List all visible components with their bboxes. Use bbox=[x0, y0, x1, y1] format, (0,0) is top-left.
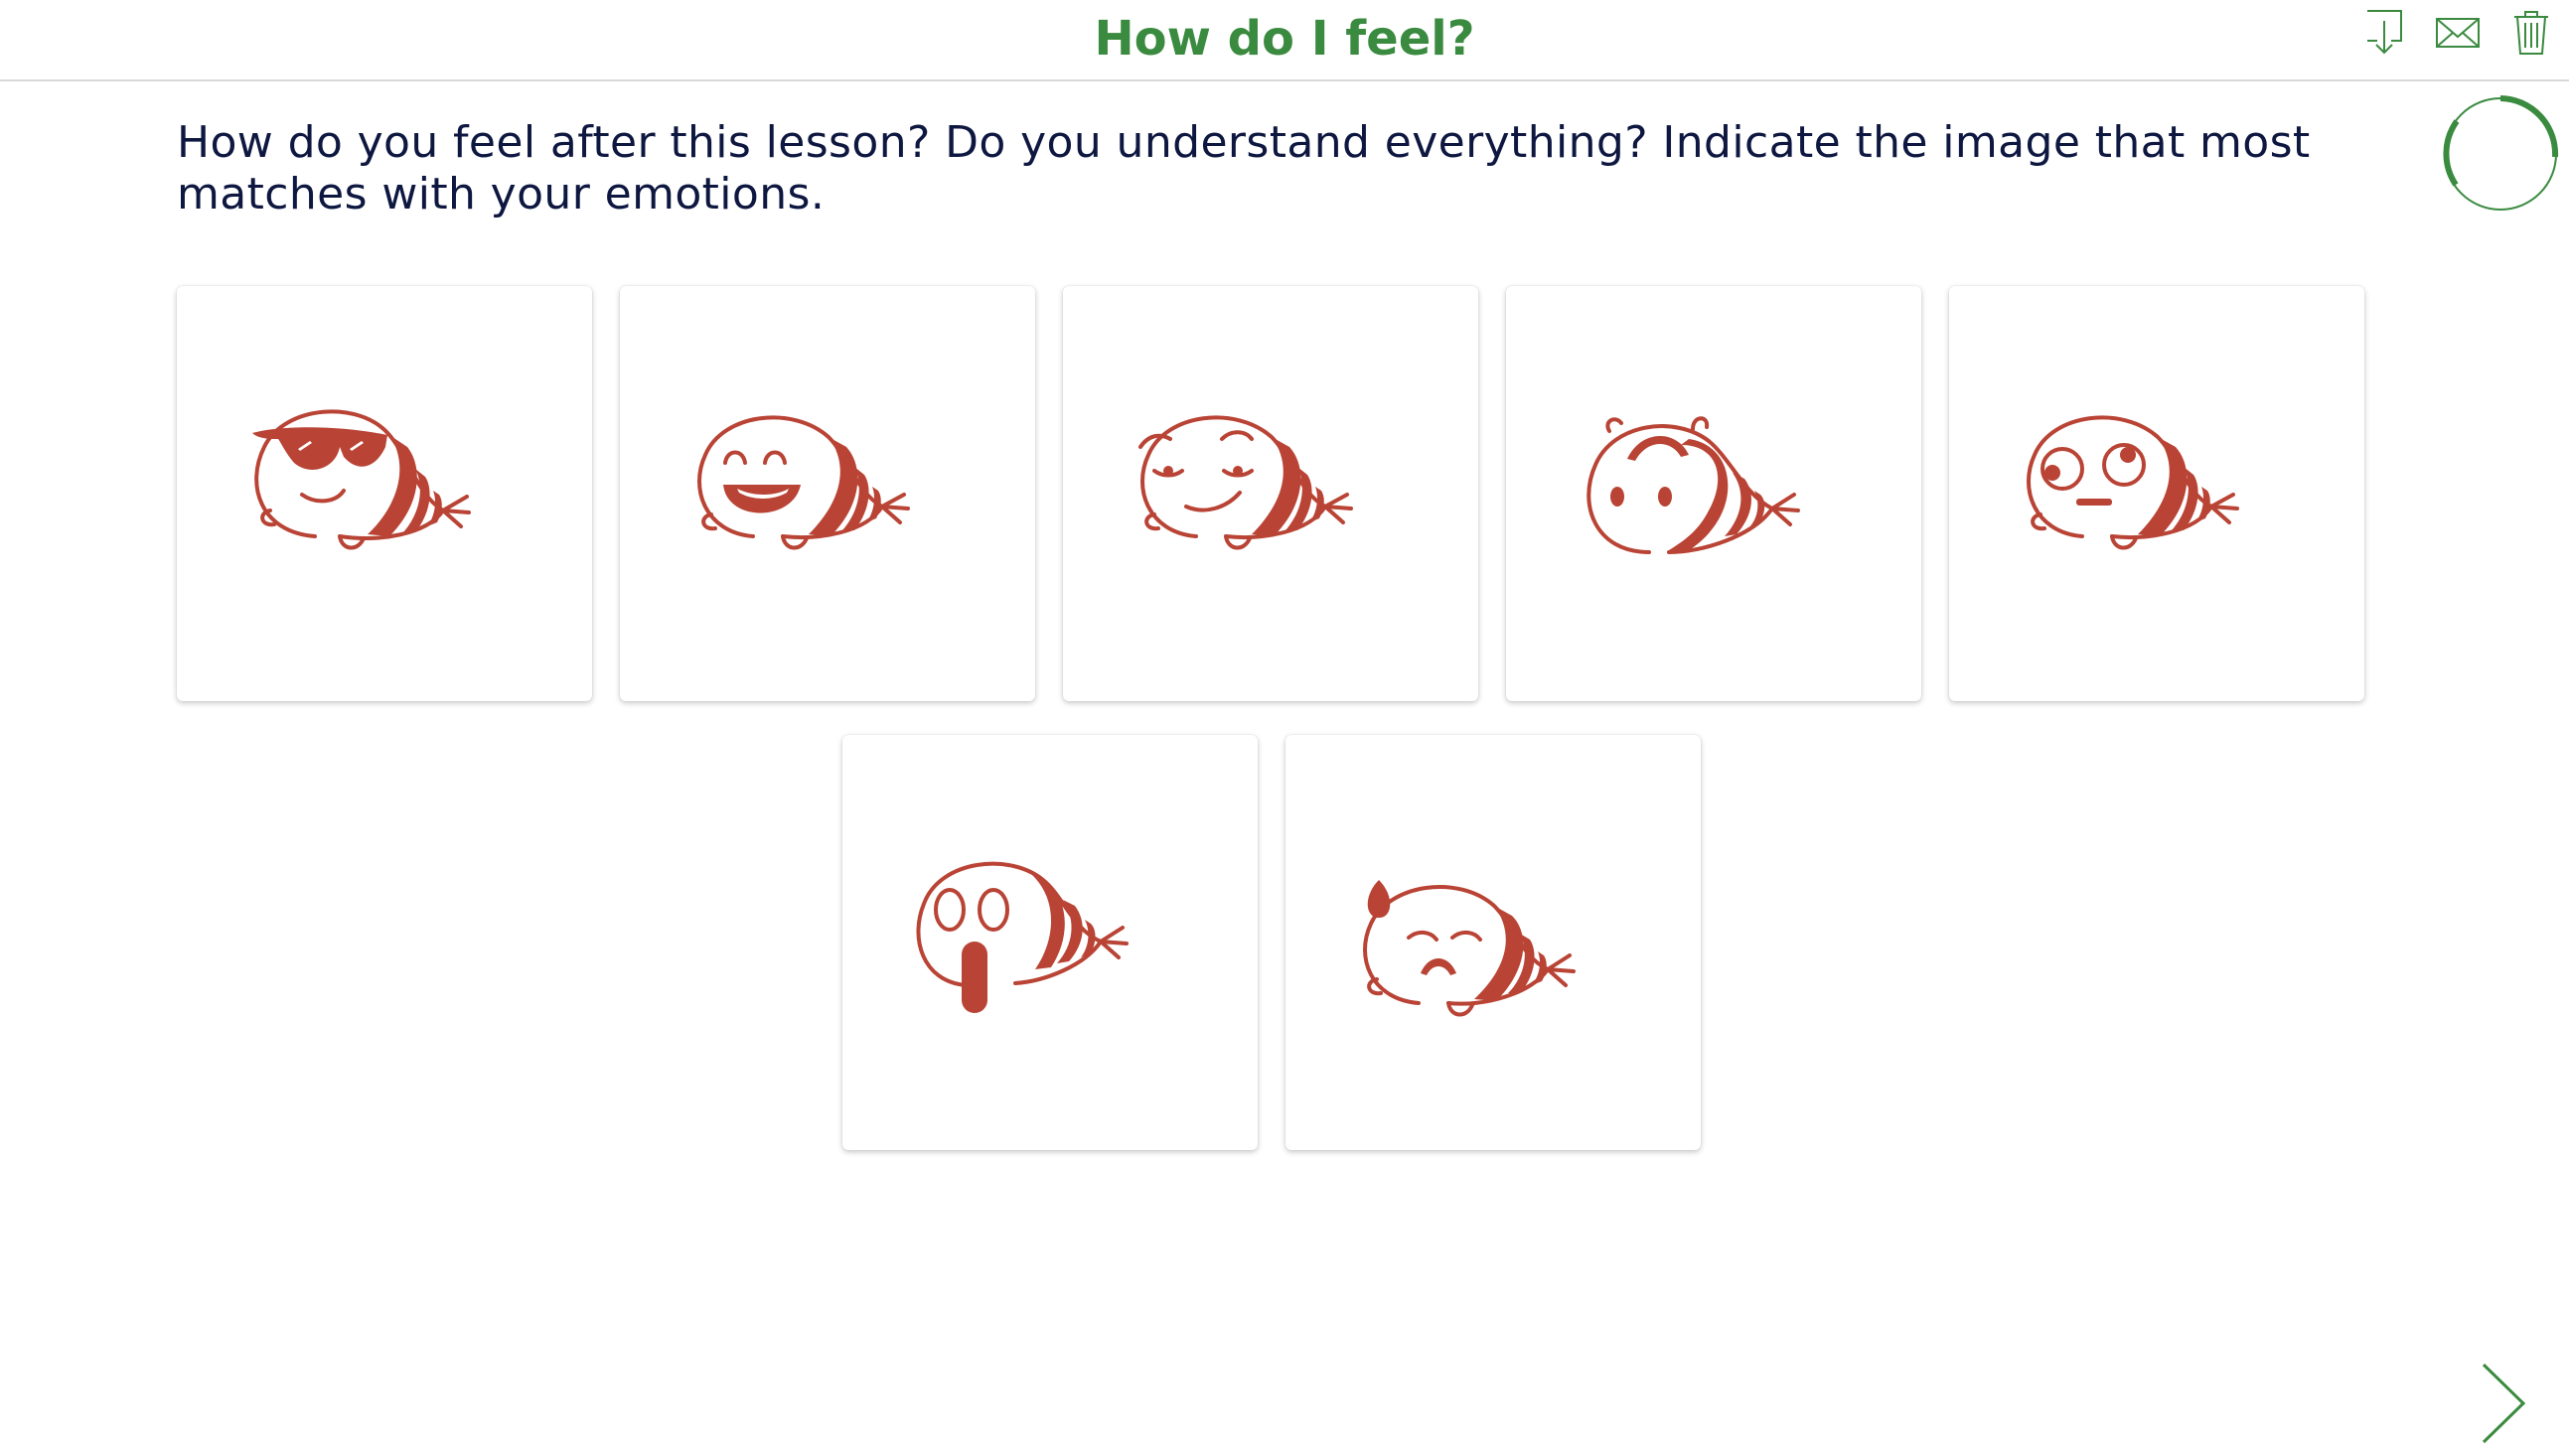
emotion-option-sad[interactable] bbox=[1285, 735, 1701, 1150]
emotion-option-cool[interactable] bbox=[177, 286, 592, 701]
emotion-option-happy[interactable] bbox=[620, 286, 1035, 701]
fish-sad-icon bbox=[1363, 880, 1576, 1017]
mail-icon bbox=[2436, 18, 2480, 48]
fish-surprised-icon bbox=[1587, 416, 1800, 554]
fish-smirk-icon bbox=[1138, 415, 1353, 550]
mail-button[interactable] bbox=[2434, 6, 2482, 58]
emotion-option-shocked[interactable] bbox=[842, 735, 1258, 1150]
fish-shocked-icon bbox=[916, 861, 1129, 1013]
emotion-option-smirk[interactable] bbox=[1063, 286, 1478, 701]
page-title: How do I feel? bbox=[1094, 11, 1475, 67]
emotion-option-confused[interactable] bbox=[1949, 286, 2364, 701]
instruction-text: How do you feel after this lesson? Do yo… bbox=[177, 117, 2311, 219]
next-arrow-icon[interactable] bbox=[2476, 1361, 2531, 1446]
emotion-option-surprised[interactable] bbox=[1506, 286, 1921, 701]
top-bar: How do I feel? bbox=[0, 0, 2569, 81]
toolbar bbox=[2360, 6, 2555, 58]
fish-happy-icon bbox=[697, 415, 910, 550]
delete-button[interactable] bbox=[2507, 6, 2555, 58]
fish-cool-icon bbox=[252, 409, 471, 550]
progress-ring-icon bbox=[2443, 95, 2559, 211]
download-button[interactable] bbox=[2360, 6, 2408, 58]
trash-icon bbox=[2514, 11, 2548, 55]
download-icon bbox=[2367, 10, 2402, 55]
fish-confused-icon bbox=[2027, 415, 2239, 550]
